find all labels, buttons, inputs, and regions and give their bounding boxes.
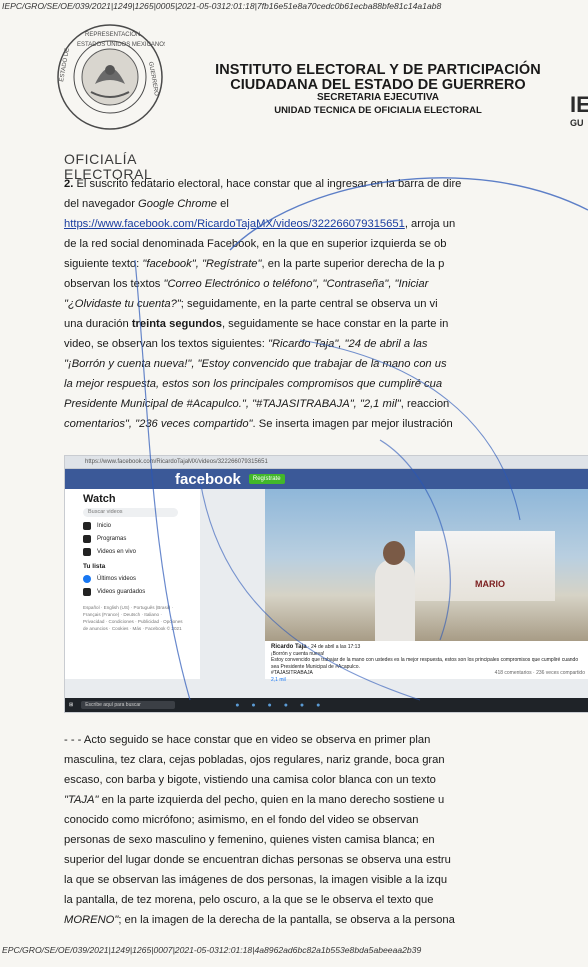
text-line: ; seguidamente, en la parte central se o… bbox=[180, 298, 438, 310]
facebook-screenshot: https://www.facebook.com/RicardoTajaMX/v… bbox=[64, 455, 588, 713]
iepc-logo: IE GU bbox=[570, 92, 588, 128]
register-button: Regístrate bbox=[248, 474, 285, 484]
sidebar-item-inicio: Inicio bbox=[65, 517, 200, 530]
state-seal-icon: REPRESENTACIÓN ESTADOS UNIDOS MEXICANOS … bbox=[57, 24, 165, 130]
sidebar-item-saved: Videos guardados bbox=[65, 583, 200, 596]
text-line: , reaccion bbox=[400, 398, 450, 410]
video-frame: MARIO bbox=[265, 489, 588, 641]
taskbar-search: Escribe aquí para buscar bbox=[81, 701, 176, 709]
document-page: IEPC/GRO/SE/OE/039/2021|1249|1265|0005|2… bbox=[0, 0, 588, 967]
shows-icon bbox=[83, 535, 91, 543]
home-icon bbox=[83, 522, 91, 530]
text-word: del bbox=[64, 198, 79, 210]
sidebar-item-label: Videos en vivo bbox=[97, 549, 136, 555]
text-line: superior del lugar donde se encuentran d… bbox=[64, 854, 451, 866]
svg-text:ESTADO DE: ESTADO DE bbox=[59, 48, 71, 83]
quoted-text: comentarios", "236 veces compartido" bbox=[64, 418, 253, 430]
facebook-topbar: facebook Regístrate bbox=[65, 469, 588, 489]
text-line: El suscrito fedatario electoral, hace co… bbox=[76, 178, 462, 190]
text-line: - - - Acto seguido se hace constar que e… bbox=[64, 734, 431, 746]
secretaria-label: SECRETARIA EJECUTIVA bbox=[316, 92, 440, 103]
text-word: Chrome bbox=[177, 198, 218, 210]
sidebar-item-live: Videos en vivo bbox=[65, 543, 200, 556]
taskbar-app-icons: ● ● ● ● ● ● bbox=[235, 701, 326, 709]
quoted-text: "facebook", "Regístrate" bbox=[142, 258, 262, 270]
sidebar-item-label: Videos guardados bbox=[97, 589, 146, 595]
text-line: masculina, tez clara, cejas pobladas, oj… bbox=[64, 754, 445, 766]
facebook-logo: facebook bbox=[175, 470, 241, 488]
logo-mark: IE bbox=[570, 92, 588, 117]
oficialia-line1: OFICIALÍA bbox=[64, 151, 138, 167]
text-line: siguiente texto: bbox=[64, 258, 143, 270]
text-line: , seguidamente se hace constar en la par… bbox=[221, 318, 449, 330]
text-line: de la red social denominada Facebook, en… bbox=[64, 238, 447, 250]
svg-text:REPRESENTACIÓN: REPRESENTACIÓN bbox=[85, 31, 140, 38]
text-line: , arroja un bbox=[404, 218, 456, 230]
text-word: navegador bbox=[82, 198, 135, 210]
saved-videos-icon bbox=[83, 588, 91, 596]
post-stats: 418 comentarios · 236 veces compartido bbox=[494, 669, 585, 676]
browser-address-bar: https://www.facebook.com/RicardoTajaMX/v… bbox=[65, 456, 588, 469]
paragraph-number: 2. bbox=[64, 178, 74, 190]
speaker-figure bbox=[375, 559, 415, 641]
quoted-text: "Correo Electrónico o teléfono", "Contra… bbox=[163, 278, 429, 290]
text-line: , en la parte superior derecha de la p bbox=[261, 258, 445, 270]
banner-text: MARIO bbox=[475, 579, 505, 589]
quoted-text: "¿Olvidaste tu cuenta?" bbox=[64, 298, 181, 310]
text-line: la que se observan las imágenes de dos p… bbox=[64, 874, 448, 886]
sidebar-item-programas: Programas bbox=[65, 530, 200, 543]
post-author: Ricardo Taja bbox=[271, 644, 307, 650]
windows-start-icon: ⊞ bbox=[69, 702, 74, 708]
document-hash-footer: EPC/GRO/SE/OE/039/2021|1249|1265|0007|20… bbox=[2, 945, 422, 955]
search-videos-field: Buscar videos bbox=[83, 508, 178, 517]
text-line: personas de sexo masculino y femenino, q… bbox=[64, 834, 435, 846]
text-line: una duración bbox=[64, 318, 132, 330]
sidebar-item-label: Programas bbox=[97, 536, 127, 542]
text-word: el bbox=[220, 198, 229, 210]
quoted-text: "¡Borrón y cuenta nueva!", "Estoy conven… bbox=[64, 358, 447, 370]
quoted-text: MORENO" bbox=[64, 914, 119, 926]
text-line: ; en la imagen de la derecha de la panta… bbox=[118, 914, 455, 926]
svg-text:ESTADOS UNIDOS MEXICANOS: ESTADOS UNIDOS MEXICANOS bbox=[77, 42, 165, 48]
text-line: escaso, con barba y bigote, vistiendo un… bbox=[64, 774, 436, 786]
sidebar-item-label: Inicio bbox=[97, 523, 112, 529]
svg-text:GUERRERO: GUERRERO bbox=[147, 61, 159, 97]
quoted-text: la mejor respuesta, estos son los princi… bbox=[64, 378, 443, 390]
live-icon bbox=[83, 548, 91, 556]
text-line: observan los textos bbox=[64, 278, 164, 290]
institute-header: INSTITUTO ELECTORAL Y DE PARTICIPACIÓN C… bbox=[168, 63, 588, 116]
watch-title: Watch bbox=[83, 493, 116, 505]
campaign-banner: MARIO bbox=[415, 531, 555, 601]
sidebar-item-latest: Últimos videos bbox=[65, 570, 200, 583]
logo-sub: GU bbox=[570, 118, 584, 128]
paragraph-2: 2. El suscrito fedatario electoral, hace… bbox=[64, 174, 588, 434]
windows-taskbar: ⊞ Escribe aquí para buscar ● ● ● ● ● ● bbox=[65, 698, 588, 712]
quoted-text: "TAJA" bbox=[64, 794, 99, 806]
paragraph-acto-seguido: - - - Acto seguido se hace constar que e… bbox=[64, 730, 588, 930]
video-url-link[interactable]: https://www.facebook.com/RicardoTajaMX/v… bbox=[64, 218, 405, 230]
post-line2: Estoy convencido que trabajar de la mano… bbox=[271, 657, 579, 670]
speaker-head bbox=[383, 541, 405, 565]
bold-text: treinta segundos bbox=[131, 318, 222, 330]
text-line: video, se observan los textos siguientes… bbox=[64, 338, 268, 350]
text-line: . Se inserta imagen par mejor ilustració… bbox=[252, 418, 453, 430]
institute-name-line1: INSTITUTO ELECTORAL Y DE PARTICIPACIÓN bbox=[215, 62, 541, 78]
quoted-text: Presidente Municipal de #Acapulco.", "#T… bbox=[64, 398, 401, 410]
document-hash-header: IEPC/GRO/SE/OE/039/2021|1249|1265|0005|2… bbox=[2, 1, 442, 11]
unidad-label: UNIDAD TECNICA DE OFICIALIA ELECTORAL bbox=[274, 105, 482, 116]
text-line: conocido como micrófono; asimismo, en el… bbox=[64, 814, 419, 826]
your-list-heading: Tu lista bbox=[83, 563, 106, 570]
sidebar-item-label: Últimos videos bbox=[97, 576, 137, 582]
post-date: 24 de abril a las 17:13 bbox=[311, 644, 361, 650]
text-word: Google bbox=[138, 198, 175, 210]
text-line: la pantalla, de tez morena, pelo oscuro,… bbox=[64, 894, 434, 906]
text-line: en la parte izquierda del pecho, quien e… bbox=[98, 794, 445, 806]
latest-videos-icon bbox=[83, 575, 91, 583]
post-reactions: 2,1 mil bbox=[271, 676, 286, 683]
quoted-text: "Ricardo Taja", "24 de abril a las bbox=[267, 338, 428, 350]
watch-sidebar: Watch Buscar videos Inicio Programas Vid… bbox=[65, 489, 200, 679]
institute-name-line2: CIUDADANA DEL ESTADO DE GUERRERO bbox=[230, 76, 526, 93]
video-post-info: Ricardo Taja · 24 de abril a las 17:13 ¡… bbox=[265, 641, 588, 683]
facebook-footer-links: Español · English (US) · Português (Bras… bbox=[83, 605, 183, 631]
